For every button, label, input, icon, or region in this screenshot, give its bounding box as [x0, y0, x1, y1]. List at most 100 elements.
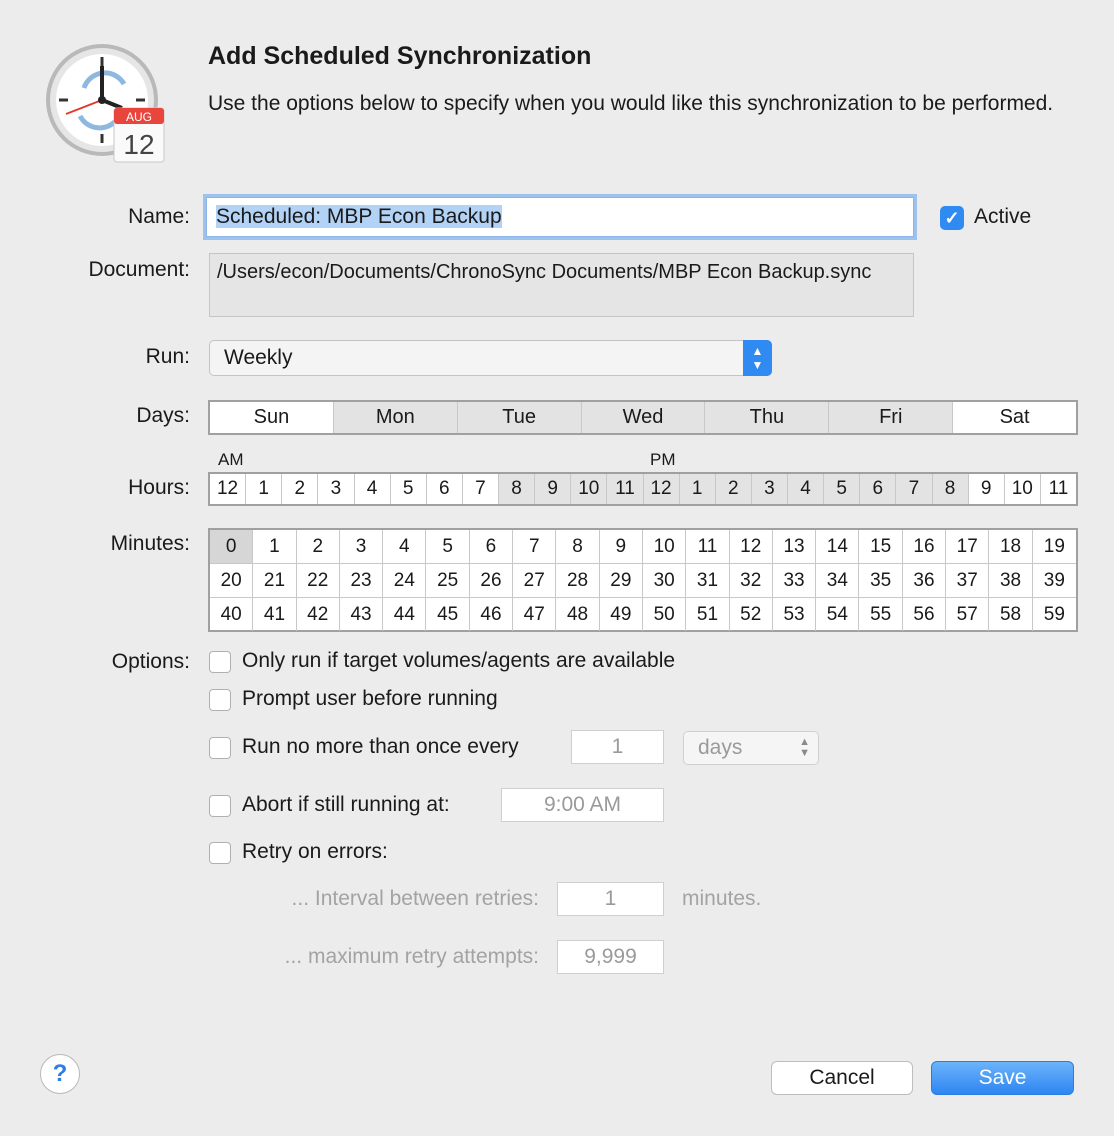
minute-cell[interactable]: 59	[1033, 598, 1076, 631]
only-run-checkbox[interactable]	[209, 651, 231, 673]
retry-checkbox[interactable]	[209, 842, 231, 864]
day-tue[interactable]: Tue	[457, 402, 582, 433]
abort-time-input[interactable]: 9:00 AM	[501, 788, 664, 822]
hour-cell[interactable]: 8	[499, 474, 536, 504]
hour-cell[interactable]: 8	[932, 474, 969, 504]
save-button[interactable]: Save	[931, 1061, 1074, 1095]
minute-cell[interactable]: 9	[599, 530, 643, 564]
minute-cell[interactable]: 27	[513, 564, 557, 598]
minute-cell[interactable]: 47	[513, 598, 557, 631]
hour-cell[interactable]: 12	[643, 474, 680, 504]
minute-cell[interactable]: 10	[642, 530, 687, 564]
minute-cell[interactable]: 1	[253, 530, 297, 564]
minute-cell[interactable]: 57	[946, 598, 990, 631]
run-select[interactable]: Weekly ▲ ▼	[209, 340, 772, 376]
retry-interval-input[interactable]: 1	[557, 882, 664, 916]
minute-cell[interactable]: 7	[513, 530, 557, 564]
hour-cell[interactable]: 2	[715, 474, 752, 504]
cancel-button[interactable]: Cancel	[771, 1061, 913, 1095]
minute-cell[interactable]: 28	[556, 564, 600, 598]
minute-cell[interactable]: 30	[642, 564, 687, 598]
minute-cell[interactable]: 13	[772, 530, 817, 564]
minute-cell[interactable]: 5	[426, 530, 470, 564]
minute-cell[interactable]: 26	[469, 564, 514, 598]
hour-cell[interactable]: 3	[318, 474, 355, 504]
hour-cell[interactable]: 2	[282, 474, 319, 504]
hour-cell[interactable]: 5	[824, 474, 861, 504]
minute-cell[interactable]: 36	[902, 564, 947, 598]
minute-cell[interactable]: 38	[989, 564, 1033, 598]
hour-cell[interactable]: 1	[246, 474, 283, 504]
minute-cell[interactable]: 14	[816, 530, 860, 564]
minute-cell[interactable]: 16	[902, 530, 947, 564]
minute-cell[interactable]: 29	[599, 564, 643, 598]
minute-cell[interactable]: 21	[253, 564, 297, 598]
minute-cell[interactable]: 56	[903, 598, 947, 631]
minute-cell[interactable]: 43	[340, 598, 384, 631]
minute-cell[interactable]: 42	[297, 598, 340, 631]
hour-cell[interactable]: 6	[427, 474, 463, 504]
hour-cell[interactable]: 11	[1041, 474, 1076, 504]
minute-cell[interactable]: 0	[210, 530, 254, 564]
minute-cell[interactable]: 39	[1032, 564, 1076, 598]
minute-cell[interactable]: 12	[729, 530, 773, 564]
hour-cell[interactable]: 6	[860, 474, 897, 504]
run-once-checkbox[interactable]	[209, 737, 231, 759]
minute-cell[interactable]: 31	[686, 564, 730, 598]
day-thu[interactable]: Thu	[705, 402, 830, 433]
max-retry-input[interactable]: 9,999	[557, 940, 664, 974]
abort-checkbox[interactable]	[209, 795, 231, 817]
minute-cell[interactable]: 17	[946, 530, 990, 564]
day-sun[interactable]: Sun	[210, 402, 334, 433]
hour-cell[interactable]: 4	[355, 474, 391, 504]
minute-cell[interactable]: 37	[946, 564, 990, 598]
day-wed[interactable]: Wed	[581, 402, 706, 433]
day-mon[interactable]: Mon	[333, 402, 458, 433]
hour-cell[interactable]: 5	[391, 474, 427, 504]
hour-cell[interactable]: 10	[1005, 474, 1041, 504]
interval-unit-select[interactable]: days ▲ ▼	[683, 731, 819, 765]
active-checkbox[interactable]: ✓	[940, 206, 964, 230]
day-sat[interactable]: Sat	[953, 402, 1076, 433]
hour-cell[interactable]: 1	[679, 474, 716, 504]
minute-cell[interactable]: 51	[686, 598, 730, 631]
run-once-interval-input[interactable]: 1	[571, 730, 664, 764]
minute-cell[interactable]: 19	[1032, 530, 1076, 564]
hour-cell[interactable]: 12	[210, 474, 247, 504]
minute-cell[interactable]: 23	[339, 564, 384, 598]
help-button[interactable]: ?	[40, 1054, 80, 1094]
minute-cell[interactable]: 15	[859, 530, 903, 564]
minute-cell[interactable]: 20	[210, 564, 254, 598]
hour-cell[interactable]: 3	[751, 474, 788, 504]
minute-cell[interactable]: 45	[426, 598, 470, 631]
minute-cell[interactable]: 25	[426, 564, 470, 598]
name-input[interactable]: Scheduled: MBP Econ Backup	[206, 197, 914, 237]
minute-cell[interactable]: 34	[816, 564, 860, 598]
minute-cell[interactable]: 53	[773, 598, 817, 631]
minute-cell[interactable]: 8	[556, 530, 600, 564]
minute-cell[interactable]: 33	[772, 564, 817, 598]
day-fri[interactable]: Fri	[829, 402, 954, 433]
minute-cell[interactable]: 44	[383, 598, 427, 631]
minute-cell[interactable]: 35	[859, 564, 903, 598]
minute-cell[interactable]: 3	[339, 530, 384, 564]
minute-cell[interactable]: 22	[296, 564, 340, 598]
minute-cell[interactable]: 49	[600, 598, 643, 631]
minute-cell[interactable]: 18	[989, 530, 1033, 564]
hour-cell[interactable]: 9	[969, 474, 1005, 504]
minute-cell[interactable]: 55	[859, 598, 903, 631]
minute-cell[interactable]: 58	[989, 598, 1033, 631]
hour-cell[interactable]: 7	[896, 474, 933, 504]
minute-cell[interactable]: 4	[383, 530, 427, 564]
prompt-user-checkbox[interactable]	[209, 689, 231, 711]
minute-cell[interactable]: 6	[469, 530, 514, 564]
hour-cell[interactable]: 7	[463, 474, 499, 504]
minute-cell[interactable]: 50	[643, 598, 687, 631]
minute-cell[interactable]: 2	[296, 530, 340, 564]
hour-cell[interactable]: 4	[788, 474, 825, 504]
hour-cell[interactable]: 9	[535, 474, 572, 504]
hour-cell[interactable]: 11	[607, 474, 644, 504]
minute-cell[interactable]: 40	[210, 598, 254, 631]
minute-cell[interactable]: 46	[470, 598, 514, 631]
minute-cell[interactable]: 41	[253, 598, 297, 631]
